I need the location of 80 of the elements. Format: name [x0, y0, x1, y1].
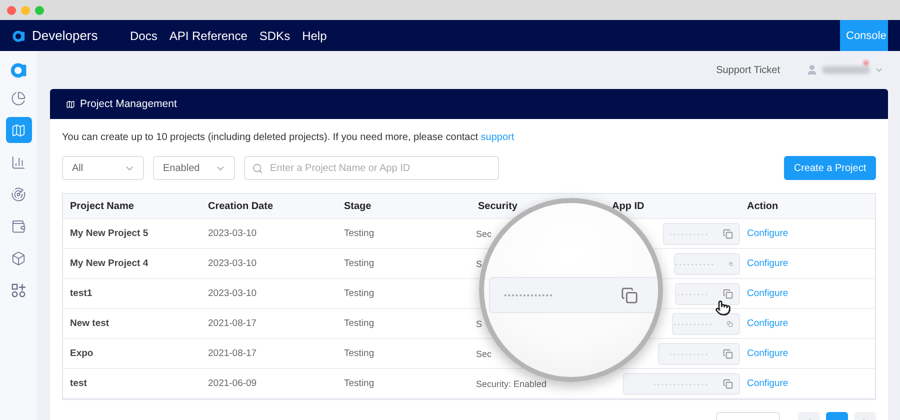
- creation-date: 2023-03-10: [207, 258, 258, 269]
- map-icon: [11, 122, 26, 138]
- configure-link[interactable]: Configure: [740, 228, 875, 239]
- type-select[interactable]: All: [62, 156, 144, 180]
- project-name: My New Project 5: [69, 228, 150, 239]
- column-header: Stage: [343, 200, 372, 212]
- creation-date: 2021-06-09: [207, 378, 258, 389]
- console-button[interactable]: Console: [840, 20, 888, 51]
- security-cell-text: S: [475, 318, 484, 328]
- masked-app-id: ··········: [673, 318, 714, 328]
- creation-date: 2021-08-17: [207, 318, 258, 329]
- column-header: Creation Date: [207, 200, 274, 212]
- security-cell-text: Security: Enabled: [475, 378, 548, 388]
- nav-link[interactable]: SDKs: [259, 28, 290, 42]
- brand-logo: [12, 28, 26, 42]
- creation-date: 2021-08-17: [207, 348, 258, 359]
- column-header: App ID: [611, 200, 646, 212]
- search-input[interactable]: Enter a Project Name or App ID: [268, 162, 498, 174]
- user-menu[interactable]: [806, 64, 884, 76]
- cube-icon: [11, 250, 26, 266]
- stage-cell-text: Testing: [343, 348, 376, 359]
- sidebar-logo: [10, 61, 28, 79]
- creation-date: 2023-03-10: [207, 288, 258, 299]
- copy-icon[interactable]: [723, 348, 733, 358]
- maximize-button[interactable]: [35, 6, 44, 14]
- column-header: Action: [746, 200, 780, 212]
- stage-cell-text: Testing: [343, 378, 376, 389]
- search-field[interactable]: Enter a Project Name or App ID: [244, 156, 499, 180]
- security-cell-text: Sec: [475, 228, 493, 238]
- wallet-icon: [11, 218, 26, 234]
- nav-link[interactable]: API Reference: [169, 28, 248, 42]
- stage-cell-text: Testing: [343, 288, 376, 299]
- sidebar-button[interactable]: [6, 117, 32, 143]
- status-select[interactable]: Enabled: [153, 156, 235, 180]
- masked-app-id: ··········: [674, 258, 715, 268]
- stage-cell-text: Testing: [343, 318, 376, 329]
- map-icon: [66, 100, 75, 108]
- project-name: New test: [69, 318, 110, 329]
- configure-link[interactable]: Configure: [740, 288, 875, 299]
- apps-icon: [11, 282, 26, 298]
- configure-link[interactable]: Configure: [740, 258, 875, 269]
- create-project-button[interactable]: Create a Project: [784, 156, 876, 180]
- magnified-app-id: •••••••••••••: [504, 290, 554, 300]
- user-icon: [806, 64, 818, 76]
- column-header: Security: [477, 200, 518, 212]
- configure-link[interactable]: Configure: [740, 378, 875, 389]
- card-title: Project Management: [80, 98, 177, 110]
- project-name: My New Project 4: [69, 258, 150, 269]
- copy-icon[interactable]: [727, 318, 733, 328]
- configure-link[interactable]: Configure: [740, 318, 875, 329]
- brand-name: Developers: [32, 28, 98, 43]
- copy-icon[interactable]: [723, 288, 733, 298]
- stage-cell-text: Testing: [343, 258, 376, 269]
- project-name: test: [69, 378, 88, 389]
- creation-date: 2023-03-10: [207, 228, 258, 239]
- project-name: Expo: [69, 348, 94, 359]
- security-cell-text: Sec: [475, 348, 493, 358]
- project-name: test1: [69, 288, 94, 299]
- copy-icon[interactable]: [723, 378, 733, 388]
- masked-app-id: ··········: [669, 348, 709, 358]
- configure-link[interactable]: Configure: [740, 348, 875, 359]
- masked-app-id: ··············: [653, 378, 709, 388]
- notice-text: You can create up to 10 projects (including deleted projects). If you need more, please contact support: [62, 132, 516, 143]
- search-icon: [252, 162, 263, 174]
- nav-link[interactable]: Docs: [130, 28, 158, 42]
- security-cell-text: S: [475, 258, 484, 268]
- pie-chart-icon: [11, 90, 26, 106]
- support-ticket-link[interactable]: Support Ticket: [716, 64, 780, 76]
- masked-app-id: ········: [677, 288, 709, 298]
- masked-app-id: ··········: [669, 228, 709, 238]
- bar-chart-icon: [11, 154, 26, 170]
- hand-cursor-icon: [715, 300, 731, 316]
- column-header: Project Name: [69, 200, 135, 212]
- copy-icon[interactable]: [723, 228, 733, 238]
- nav-link[interactable]: Help: [302, 28, 327, 42]
- radar-icon: [11, 186, 26, 202]
- copy-icon: [621, 286, 638, 304]
- support-link[interactable]: support: [480, 132, 514, 143]
- close-button[interactable]: [7, 6, 16, 14]
- stage-cell-text: Testing: [343, 228, 376, 239]
